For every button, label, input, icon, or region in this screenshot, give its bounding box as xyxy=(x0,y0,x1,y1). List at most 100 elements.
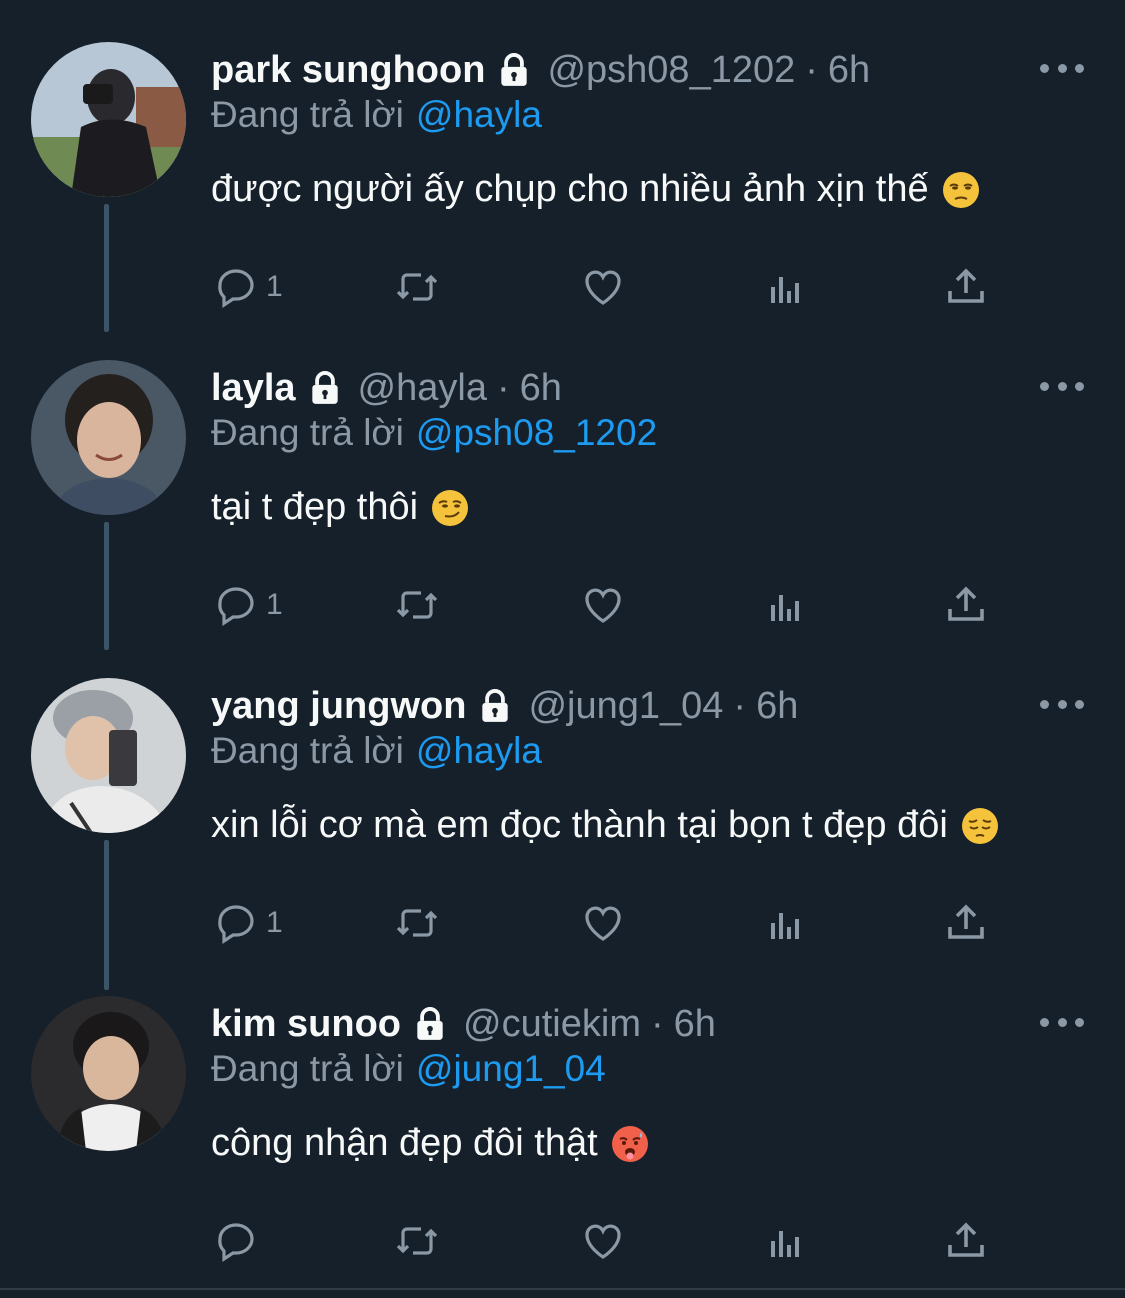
tweet-actions: 1 xyxy=(0,898,1125,948)
user-handle[interactable]: @psh08_1202 xyxy=(547,49,795,92)
reply-count: 1 xyxy=(266,588,283,621)
tweet[interactable]: kim sunoo @cutiekim · 6h Đang trả lời @ju… xyxy=(0,954,1125,1272)
lock-icon xyxy=(476,687,514,725)
more-icon[interactable] xyxy=(1040,372,1084,400)
replying-to: Đang trả lời @hayla xyxy=(211,94,542,136)
tweet-header: park sunghoon @psh08_1202 · 6h xyxy=(211,44,870,96)
avatar[interactable] xyxy=(31,678,186,833)
tweet[interactable]: yang jungwon @jung1_04 · 6h Đang trả lời… xyxy=(0,636,1125,954)
reply-button[interactable]: 1 xyxy=(212,898,283,948)
views-button[interactable] xyxy=(761,1216,809,1266)
smirking-face-emoji-icon xyxy=(430,488,470,528)
avatar[interactable] xyxy=(31,42,186,197)
avatar[interactable] xyxy=(31,996,186,1151)
share-button[interactable] xyxy=(942,262,990,312)
views-icon xyxy=(771,1231,799,1257)
views-button[interactable] xyxy=(761,580,809,630)
more-icon[interactable] xyxy=(1040,690,1084,718)
reply-button[interactable] xyxy=(212,1216,266,1266)
replying-to-label: Đang trả lời xyxy=(211,94,404,135)
like-button[interactable] xyxy=(579,262,627,312)
divider xyxy=(0,1288,1125,1290)
reply-mention-link[interactable]: @psh08_1202 xyxy=(416,412,657,453)
reply-icon xyxy=(218,905,254,944)
tweet-header: yang jungwon @jung1_04 · 6h xyxy=(211,680,798,732)
lock-icon xyxy=(306,369,344,407)
reply-mention-link[interactable]: @hayla xyxy=(416,94,542,135)
separator: · xyxy=(496,366,510,409)
tweet-actions: 1 xyxy=(0,262,1125,312)
replying-to: Đang trả lời @jung1_04 xyxy=(211,1048,606,1090)
display-name[interactable]: yang jungwon xyxy=(211,685,466,728)
replying-to-label: Đang trả lời xyxy=(211,730,404,771)
retweet-icon xyxy=(396,591,438,619)
share-icon xyxy=(948,586,984,621)
more-icon[interactable] xyxy=(1040,54,1084,82)
display-name[interactable]: park sunghoon xyxy=(211,49,485,92)
tweet-text-content: xin lỗi cơ mà em đọc thành tại bọn t đẹp… xyxy=(211,804,948,846)
views-icon xyxy=(771,595,799,621)
like-button[interactable] xyxy=(579,1216,627,1266)
display-name[interactable]: kim sunoo xyxy=(211,1003,401,1046)
timestamp[interactable]: 6h xyxy=(828,49,870,92)
share-icon xyxy=(948,1222,984,1257)
tweet-text-content: được người ấy chụp cho nhiều ảnh xịn thế xyxy=(211,168,929,210)
lock-icon xyxy=(495,51,533,89)
reply-button[interactable]: 1 xyxy=(212,262,283,312)
timestamp[interactable]: 6h xyxy=(674,1003,716,1046)
replying-to-label: Đang trả lời xyxy=(211,1048,404,1089)
separator: · xyxy=(805,48,818,91)
pensive-face-emoji-icon xyxy=(960,806,1000,846)
share-button[interactable] xyxy=(942,580,990,630)
like-icon xyxy=(585,906,621,941)
lock-icon xyxy=(411,1005,449,1043)
views-button[interactable] xyxy=(761,898,809,948)
views-icon xyxy=(771,277,799,303)
tweet-header: layla @hayla · 6h xyxy=(211,362,562,414)
retweet-button[interactable] xyxy=(393,1216,441,1266)
retweet-button[interactable] xyxy=(393,580,441,630)
retweet-icon xyxy=(396,273,438,301)
share-icon xyxy=(948,268,984,303)
retweet-button[interactable] xyxy=(393,898,441,948)
tweet-header: kim sunoo @cutiekim · 6h xyxy=(211,998,716,1050)
separator: · xyxy=(650,1002,664,1045)
replying-to-label: Đang trả lời xyxy=(211,412,404,453)
reply-mention-link[interactable]: @hayla xyxy=(416,730,542,771)
like-button[interactable] xyxy=(579,898,627,948)
tweet[interactable]: layla @hayla · 6h Đang trả lời @psh08_120… xyxy=(0,318,1125,636)
display-name[interactable]: layla xyxy=(211,367,296,410)
reply-icon xyxy=(218,269,254,308)
more-icon[interactable] xyxy=(1040,1008,1084,1036)
retweet-button[interactable] xyxy=(393,262,441,312)
tweet[interactable]: park sunghoon @psh08_1202 · 6h Đang trả … xyxy=(0,0,1125,318)
retweet-icon xyxy=(396,909,438,937)
tweet-text: được người ấy chụp cho nhiều ảnh xịn thế xyxy=(211,168,981,211)
like-icon xyxy=(585,270,621,305)
hot-face-emoji-icon xyxy=(610,1124,650,1164)
user-handle[interactable]: @cutiekim xyxy=(463,1003,641,1046)
views-button[interactable] xyxy=(761,262,809,312)
timestamp[interactable]: 6h xyxy=(756,685,798,728)
tweet-actions: 1 xyxy=(0,580,1125,630)
like-button[interactable] xyxy=(579,580,627,630)
like-icon xyxy=(585,588,621,623)
share-button[interactable] xyxy=(942,898,990,948)
reply-icon xyxy=(218,587,254,626)
like-icon xyxy=(585,1224,621,1259)
separator: · xyxy=(733,684,747,727)
reply-icon xyxy=(218,1223,254,1262)
user-handle[interactable]: @hayla xyxy=(358,367,487,410)
share-button[interactable] xyxy=(942,1216,990,1266)
replying-to: Đang trả lời @psh08_1202 xyxy=(211,412,657,454)
timestamp[interactable]: 6h xyxy=(520,367,562,410)
avatar[interactable] xyxy=(31,360,186,515)
views-icon xyxy=(771,913,799,939)
tweet-text: tại t đẹp thôi xyxy=(211,486,470,529)
reply-button[interactable]: 1 xyxy=(212,580,283,630)
user-handle[interactable]: @jung1_04 xyxy=(528,685,723,728)
tweet-text: công nhận đẹp đôi thật xyxy=(211,1122,650,1165)
unamused-face-emoji-icon xyxy=(941,170,981,210)
reply-mention-link[interactable]: @jung1_04 xyxy=(416,1048,606,1089)
retweet-icon xyxy=(396,1227,438,1255)
